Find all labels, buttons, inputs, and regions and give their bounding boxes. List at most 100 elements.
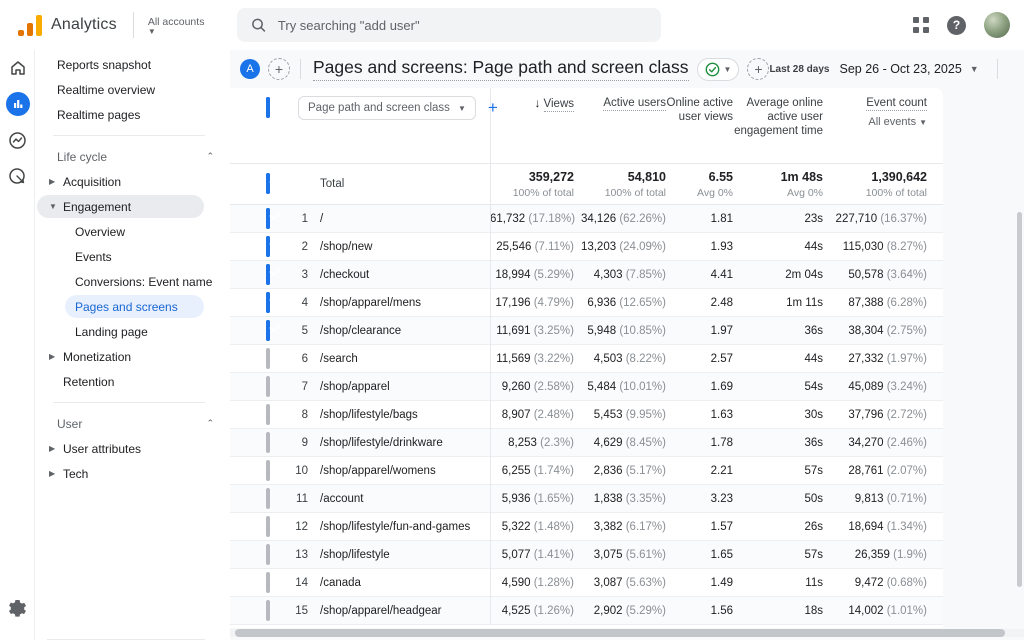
row-checkbox[interactable] bbox=[266, 572, 270, 593]
page-path: /shop/apparel bbox=[308, 381, 490, 393]
row-checkbox[interactable] bbox=[266, 376, 270, 397]
row-checkbox[interactable] bbox=[266, 208, 270, 229]
sidebar-item-label: Realtime overview bbox=[57, 83, 155, 97]
table-row[interactable]: 10 /shop/apparel/womens 6,255 (1.74%) 2,… bbox=[230, 457, 943, 485]
row-number: 11 bbox=[286, 493, 308, 505]
column-header-avg-engagement-time[interactable]: Average online active user engagement ti… bbox=[733, 96, 823, 138]
page-path: /shop/lifestyle/fun-and-games bbox=[308, 521, 490, 533]
sidebar-item-label: Engagement bbox=[63, 200, 131, 214]
column-divider bbox=[490, 88, 491, 625]
chevron-down-icon: ▼ bbox=[148, 28, 156, 35]
column-header-event-count[interactable]: Event count All events▼ bbox=[823, 96, 927, 129]
online-views-cell: 1.49 bbox=[666, 577, 733, 589]
sidebar-item-pages-and-screens[interactable]: Pages and screens bbox=[35, 294, 230, 319]
row-checkbox[interactable] bbox=[266, 432, 270, 453]
select-all-cell bbox=[230, 96, 286, 117]
sidebar-item-realtime-overview[interactable]: Realtime overview bbox=[35, 77, 230, 102]
row-checkbox[interactable] bbox=[266, 488, 270, 509]
table-row[interactable]: 11 /account 5,936 (1.65%) 1,838 (3.35%) … bbox=[230, 485, 943, 513]
online-views-cell: 2.48 bbox=[666, 297, 733, 309]
views-cell: 11,569 (3.22%) bbox=[490, 353, 574, 365]
total-checkbox[interactable] bbox=[266, 173, 270, 194]
row-checkbox[interactable] bbox=[266, 320, 270, 341]
table-row[interactable]: 8 /shop/lifestyle/bags 8,907 (2.48%) 5,4… bbox=[230, 401, 943, 429]
search-bar[interactable] bbox=[237, 8, 661, 42]
row-checkbox[interactable] bbox=[266, 460, 270, 481]
row-checkbox[interactable] bbox=[266, 600, 270, 621]
add-comparison-button[interactable]: + bbox=[268, 58, 290, 80]
sidebar-item-conversions-event-name[interactable]: Conversions: Event name bbox=[35, 269, 230, 294]
column-header-views[interactable]: ↓Views bbox=[490, 96, 574, 111]
table-row[interactable]: 7 /shop/apparel 9,260 (2.58%) 5,484 (10.… bbox=[230, 373, 943, 401]
chevron-down-icon[interactable]: ▼ bbox=[970, 66, 979, 73]
row-checkbox[interactable] bbox=[266, 516, 270, 537]
date-range-picker[interactable]: Sep 26 - Oct 23, 2025 bbox=[839, 62, 961, 76]
sidebar-item-user-attributes[interactable]: ▶User attributes bbox=[35, 436, 230, 461]
column-header-online-active-user-views[interactable]: Online active user views bbox=[666, 96, 733, 124]
table-row[interactable]: 4 /shop/apparel/mens 17,196 (4.79%) 6,93… bbox=[230, 289, 943, 317]
horizontal-scrollbar-thumb[interactable] bbox=[235, 629, 1005, 637]
sidebar-item-life-cycle[interactable]: Life cycle⌃ bbox=[35, 144, 230, 169]
table-row[interactable]: 13 /shop/lifestyle 5,077 (1.41%) 3,075 (… bbox=[230, 541, 943, 569]
search-input[interactable] bbox=[278, 18, 647, 33]
report-title[interactable]: Pages and screens: Page path and screen … bbox=[313, 57, 689, 81]
report-status-pill[interactable]: ▼ bbox=[697, 58, 740, 81]
table-row[interactable]: 3 /checkout 18,994 (5.29%) 4,303 (7.85%)… bbox=[230, 261, 943, 289]
table-row[interactable]: 1 / 61,732 (17.18%) 34,126 (62.26%) 1.81… bbox=[230, 205, 943, 233]
add-report-button[interactable]: + bbox=[747, 58, 769, 80]
table-row[interactable]: 6 /search 11,569 (3.22%) 4,503 (8.22%) 2… bbox=[230, 345, 943, 373]
sidebar-item-engagement[interactable]: ▼ Engagement bbox=[35, 194, 230, 219]
row-checkbox[interactable] bbox=[266, 348, 270, 369]
online-views-cell: 1.93 bbox=[666, 241, 733, 253]
event-count-cell: 28,761 (2.07%) bbox=[823, 465, 927, 477]
vertical-scrollbar-thumb[interactable] bbox=[1017, 212, 1022, 587]
sidebar-item-realtime-pages[interactable]: Realtime pages bbox=[35, 102, 230, 127]
table-row[interactable]: 5 /shop/clearance 11,691 (3.25%) 5,948 (… bbox=[230, 317, 943, 345]
column-header-active-users[interactable]: Active users bbox=[574, 96, 666, 110]
admin-gear-icon[interactable] bbox=[0, 590, 35, 626]
engagement-time-cell: 30s bbox=[733, 409, 823, 421]
sidebar-item-monetization[interactable]: ▶Monetization bbox=[35, 344, 230, 369]
account-switcher[interactable]: All accounts ▼ bbox=[148, 16, 205, 35]
sidebar-item-acquisition[interactable]: ▶Acquisition bbox=[35, 169, 230, 194]
sidebar-item-retention[interactable]: Retention bbox=[35, 369, 230, 394]
row-checkbox[interactable] bbox=[266, 404, 270, 425]
total-online-views: 6.55 Avg 0% bbox=[666, 170, 733, 199]
views-cell: 18,994 (5.29%) bbox=[490, 269, 574, 281]
sidebar-item-user[interactable]: User⌃ bbox=[35, 411, 230, 436]
table-row[interactable]: 12 /shop/lifestyle/fun-and-games 5,322 (… bbox=[230, 513, 943, 541]
row-checkbox[interactable] bbox=[266, 236, 270, 257]
sidebar-item-overview[interactable]: Overview bbox=[35, 219, 230, 244]
account-avatar[interactable]: A bbox=[240, 59, 260, 79]
explore-icon[interactable] bbox=[0, 122, 35, 158]
table-row[interactable]: 14 /canada 4,590 (1.28%) 3,087 (5.63%) 1… bbox=[230, 569, 943, 597]
row-checkbox[interactable] bbox=[266, 292, 270, 313]
sidebar-item-reports-snapshot[interactable]: Reports snapshot bbox=[35, 52, 230, 77]
sidebar-item-tech[interactable]: ▶Tech bbox=[35, 461, 230, 486]
dimension-selector[interactable]: Page path and screen class ▼ bbox=[298, 96, 476, 120]
home-icon[interactable] bbox=[0, 50, 35, 86]
online-views-cell: 1.97 bbox=[666, 325, 733, 337]
row-checkbox[interactable] bbox=[266, 544, 270, 565]
chevron-down-icon: ▼ bbox=[49, 202, 59, 211]
google-apps-icon[interactable] bbox=[913, 17, 929, 33]
analytics-logo-icon[interactable] bbox=[18, 14, 42, 36]
table-row[interactable]: 2 /shop/new 25,546 (7.11%) 13,203 (24.09… bbox=[230, 233, 943, 261]
help-icon[interactable]: ? bbox=[947, 16, 966, 35]
table-row[interactable]: 15 /shop/apparel/headgear 4,525 (1.26%) … bbox=[230, 597, 943, 625]
user-avatar[interactable] bbox=[984, 12, 1010, 38]
report-header: A + Pages and screens: Page path and scr… bbox=[230, 50, 1024, 88]
event-count-cell: 87,388 (6.28%) bbox=[823, 297, 927, 309]
table-row[interactable]: 9 /shop/lifestyle/drinkware 8,253 (2.3%)… bbox=[230, 429, 943, 457]
reports-icon[interactable] bbox=[0, 86, 35, 122]
select-all-checkbox[interactable] bbox=[266, 97, 270, 118]
row-checkbox[interactable] bbox=[266, 264, 270, 285]
sidebar-item-events[interactable]: Events bbox=[35, 244, 230, 269]
sort-desc-icon: ↓ bbox=[535, 96, 541, 110]
event-filter-dropdown[interactable]: All events▼ bbox=[823, 115, 927, 129]
engagement-time-cell: 36s bbox=[733, 325, 823, 337]
sidebar-item-landing-page[interactable]: Landing page bbox=[35, 319, 230, 344]
engagement-time-cell: 36s bbox=[733, 437, 823, 449]
event-count-cell: 115,030 (8.27%) bbox=[823, 241, 927, 253]
advertising-icon[interactable] bbox=[0, 158, 35, 194]
